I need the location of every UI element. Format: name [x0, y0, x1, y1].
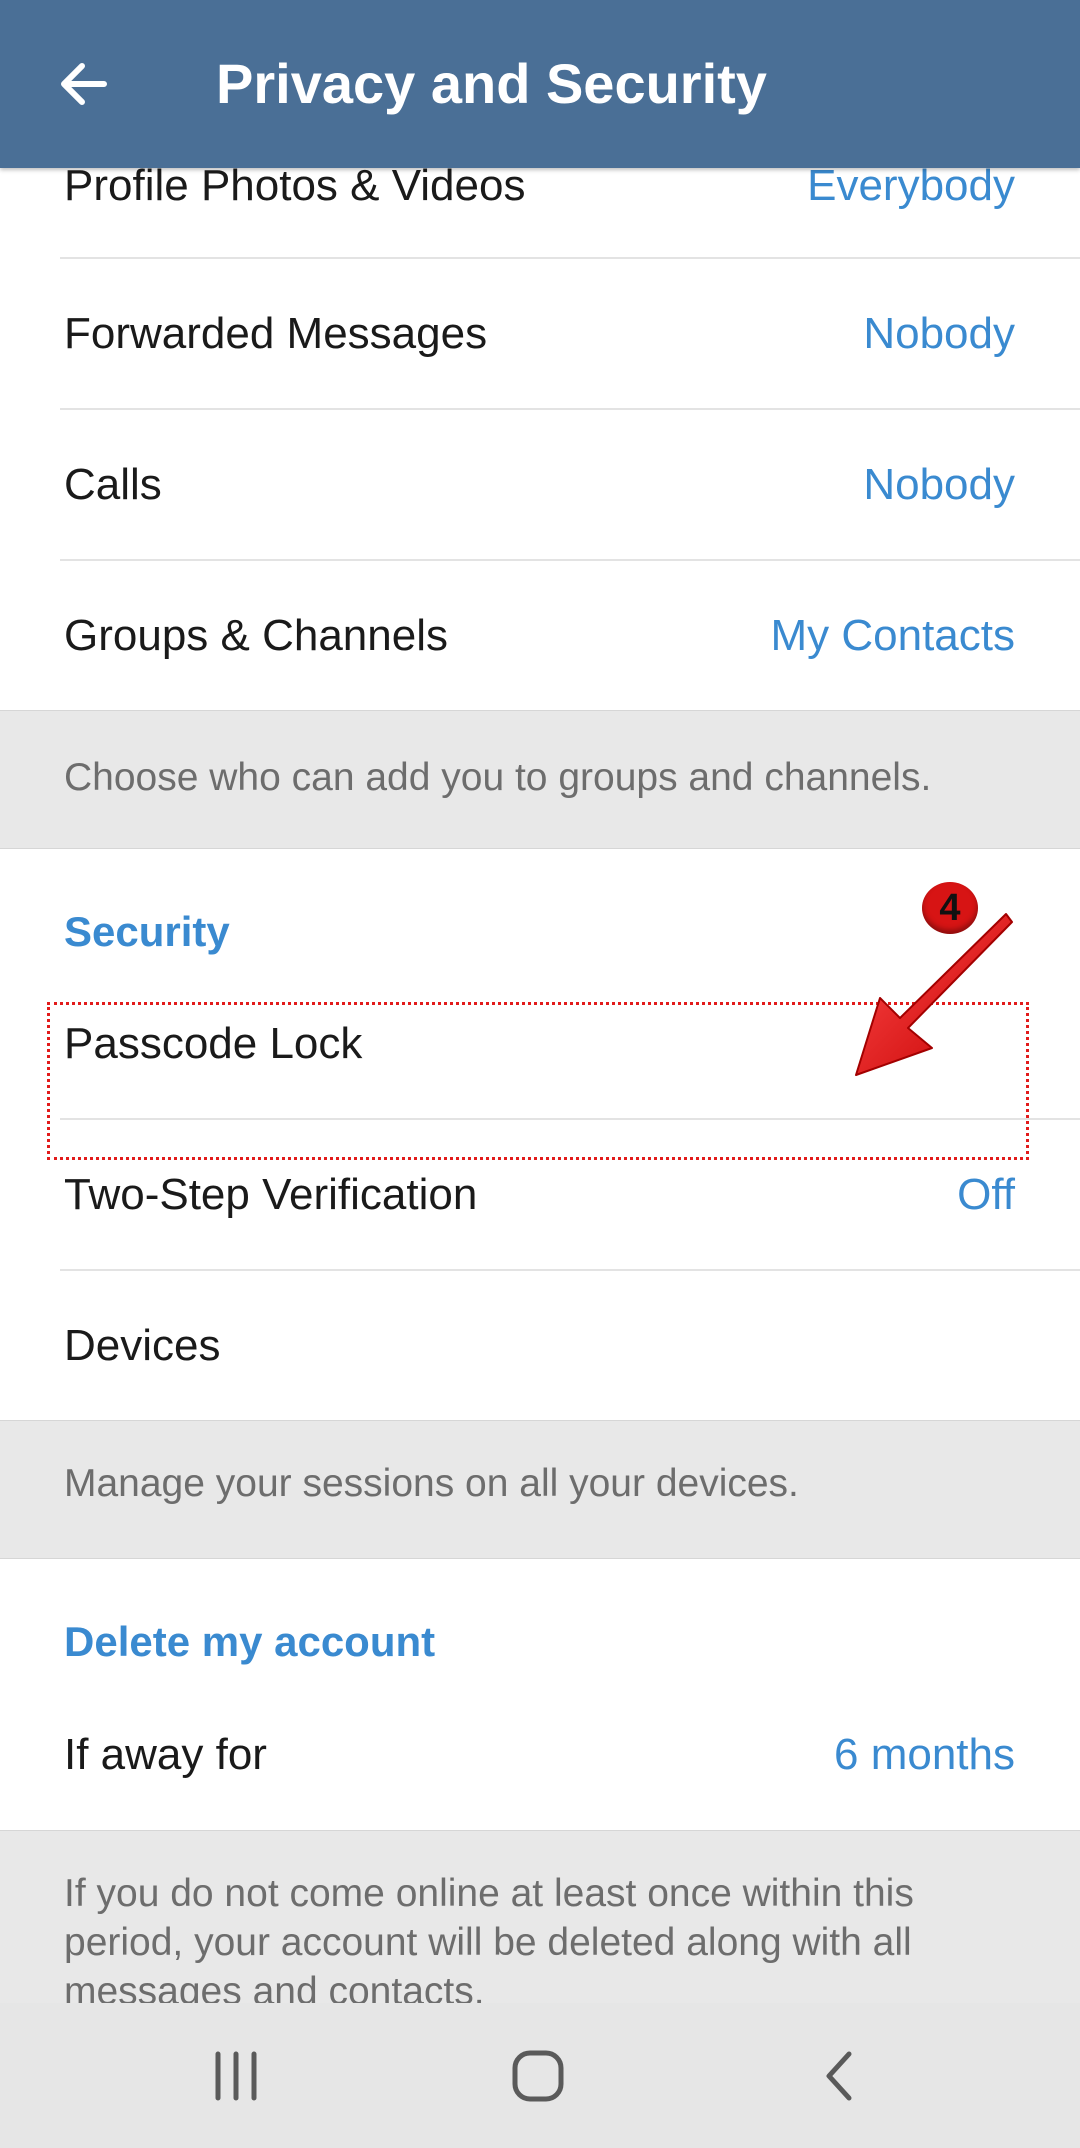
back-nav-button[interactable]	[796, 2041, 886, 2111]
section-header-security: Security	[64, 908, 230, 955]
back-icon	[826, 2051, 852, 2101]
setting-label: Profile Photos & Videos	[64, 161, 526, 210]
info-section-delete-account: If you do not come online at least once …	[0, 1830, 1080, 2003]
setting-row-forwarded-messages[interactable]: Forwarded Messages Nobody	[0, 259, 1080, 409]
info-text: If you do not come online at least once …	[64, 1872, 914, 2003]
recent-apps-icon	[215, 2051, 257, 2101]
setting-label: Calls	[64, 460, 162, 509]
setting-row-if-away-for[interactable]: If away for 6 months	[0, 1680, 1080, 1830]
setting-label: If away for	[64, 1730, 267, 1779]
setting-row-groups-channels[interactable]: Groups & Channels My Contacts	[0, 561, 1080, 710]
setting-label: Groups & Channels	[64, 610, 448, 660]
setting-value: 6 months	[834, 1730, 1015, 1779]
info-text: Manage your sessions on all your devices…	[64, 1462, 799, 1505]
home-icon	[512, 2050, 564, 2102]
step-number-badge: 4	[922, 882, 978, 934]
setting-value: Everybody	[807, 161, 1015, 210]
setting-row-devices[interactable]: Devices	[0, 1271, 1080, 1420]
app-bar: Privacy and Security	[0, 0, 1080, 168]
info-section-groups: Choose who can add you to groups and cha…	[0, 710, 1080, 849]
setting-label: Devices	[64, 1320, 221, 1370]
system-nav-bar	[0, 2003, 1080, 2148]
setting-label: Two-Step Verification	[64, 1170, 478, 1219]
page-title: Privacy and Security	[216, 52, 767, 115]
info-text: Choose who can add you to groups and cha…	[64, 756, 932, 799]
arrow-left-icon	[61, 63, 107, 105]
info-section-devices: Manage your sessions on all your devices…	[0, 1420, 1080, 1559]
setting-value: Off	[957, 1170, 1015, 1219]
setting-value: Nobody	[863, 309, 1015, 358]
back-button[interactable]	[44, 44, 124, 124]
home-button[interactable]	[493, 2041, 583, 2111]
recent-apps-button[interactable]	[191, 2041, 281, 2111]
setting-label: Forwarded Messages	[64, 309, 488, 358]
setting-row-calls[interactable]: Calls Nobody	[0, 410, 1080, 560]
section-header-delete-account: Delete my account	[64, 1618, 436, 1665]
setting-value: Nobody	[863, 460, 1015, 509]
setting-value: My Contacts	[770, 610, 1015, 660]
